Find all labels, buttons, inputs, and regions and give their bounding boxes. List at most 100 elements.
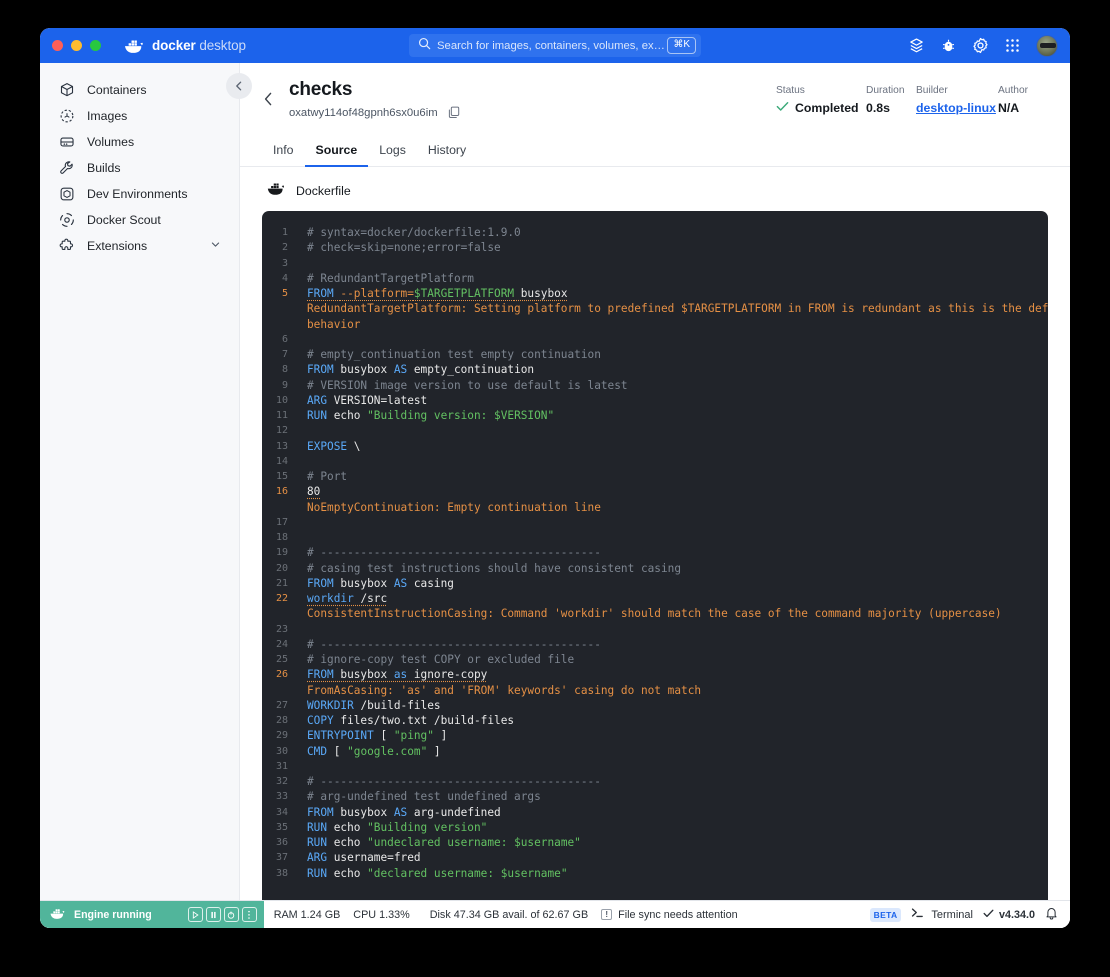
code-token: "Building version" <box>367 820 488 834</box>
dockerfile-code: 1 # syntax=docker/dockerfile:1.9.0 2 # chec… <box>262 211 1048 881</box>
sidebar-item-docker-scout[interactable]: Docker Scout <box>50 207 229 233</box>
code-line: 9 # VERSION image version to use default … <box>262 378 1048 393</box>
duration-value: 0.8s <box>866 101 890 115</box>
engine-pause-button[interactable] <box>205 907 221 922</box>
close-window-button[interactable] <box>52 40 63 51</box>
code-token: FROM <box>307 287 334 300</box>
source-code-viewer[interactable]: 1 # syntax=docker/dockerfile:1.9.0 2 # chec… <box>262 211 1048 928</box>
line-number: 7 <box>281 349 288 360</box>
code-line: 16 80 <box>262 484 1048 499</box>
sidebar-item-dev-environments[interactable]: Dev Environments <box>50 181 229 207</box>
notifications-bell-icon[interactable] <box>1045 906 1058 923</box>
meta-status: Status Completed <box>776 85 866 115</box>
line-number: 24 <box>275 638 288 650</box>
maximize-window-button[interactable] <box>90 40 101 51</box>
code-line: 2 # check=skip=none;error=false <box>262 240 1048 255</box>
engine-start-button[interactable] <box>187 907 203 922</box>
code-line-content: # casing test instructions should have c… <box>298 561 1048 576</box>
line-number: 36 <box>275 837 288 848</box>
tab-info[interactable]: Info <box>262 137 305 167</box>
code-token: # --------------------------------------… <box>307 637 601 651</box>
file-sync-status[interactable]: File sync needs attention <box>618 909 737 921</box>
version-indicator[interactable]: v4.34.0 <box>983 909 1035 921</box>
engine-controls <box>187 907 257 922</box>
code-token: ] <box>427 744 441 758</box>
line-number-blank <box>262 500 298 515</box>
code-line: 7 # empty_continuation test empty continu… <box>262 347 1048 362</box>
code-line-content: CMD [ "google.com" ] <box>298 744 1048 759</box>
sidebar-item-label: Images <box>87 109 128 123</box>
search-icon <box>418 37 431 55</box>
sidebar-item-extensions[interactable]: Extensions <box>50 233 229 259</box>
app-body: Containers Images Volumes Builds Dev Env… <box>40 63 1070 928</box>
meta-label: Author <box>998 85 1029 96</box>
copy-icon[interactable] <box>448 106 460 119</box>
tab-source[interactable]: Source <box>304 137 369 167</box>
line-number: 15 <box>275 471 288 482</box>
sidebar-item-containers[interactable]: Containers <box>50 77 229 103</box>
code-token: empty_continuation <box>407 363 535 377</box>
code-line-content: # Port <box>298 469 1048 484</box>
sidebar-item-images[interactable]: Images <box>50 103 229 129</box>
file-name: Dockerfile <box>296 184 351 198</box>
images-icon <box>58 108 75 125</box>
line-number: 10 <box>275 394 288 406</box>
sidebar-item-volumes[interactable]: Volumes <box>50 129 229 155</box>
file-row: Dockerfile <box>240 167 1070 211</box>
docker-desktop-window: docker desktop Search for images, contai… <box>40 28 1070 928</box>
builder-link[interactable]: desktop-linux <box>916 101 998 115</box>
search-input[interactable]: Search for images, containers, volumes, … <box>409 34 701 57</box>
code-token: FROM <box>307 805 334 819</box>
engine-more-menu-button[interactable] <box>241 907 257 922</box>
line-number: 20 <box>275 562 288 574</box>
avatar[interactable] <box>1036 34 1058 57</box>
ram-usage: RAM 1.24 GB <box>273 908 341 921</box>
volumes-icon <box>58 134 75 151</box>
code-token: ARG <box>307 851 328 865</box>
back-button[interactable] <box>262 91 275 112</box>
code-token: "ping" <box>393 729 434 743</box>
line-number: 13 <box>275 440 288 452</box>
code-line-content: # check=skip=none;error=false <box>298 240 1048 255</box>
engine-restart-button[interactable] <box>223 907 239 922</box>
lint-warning-text: RedundantTargetPlatform: Setting platfor… <box>307 302 1048 316</box>
extensions-icon[interactable] <box>908 37 925 54</box>
code-token: FROM <box>307 363 334 377</box>
code-line: 3 <box>262 256 1048 271</box>
minimize-window-button[interactable] <box>71 40 82 51</box>
code-token: username=fred <box>327 851 421 865</box>
code-token: AS <box>393 363 408 377</box>
sidebar-item-label: Builds <box>87 161 121 175</box>
lint-warning-text: FromAsCasing: 'as' and 'FROM' keywords' … <box>307 683 702 697</box>
author-value: N/A <box>998 101 1020 115</box>
code-token: # check=skip=none;error=false <box>307 241 501 255</box>
lint-warning-row: FromAsCasing: 'as' and 'FROM' keywords' … <box>262 683 1048 698</box>
code-token: # ignore-copy test COPY or excluded file <box>307 653 575 666</box>
line-number: 38 <box>275 867 288 879</box>
line-number: 30 <box>275 745 288 757</box>
window-controls[interactable] <box>40 40 101 51</box>
tab-history[interactable]: History <box>417 137 477 167</box>
line-number: 5 <box>281 288 288 299</box>
code-line: 8 FROM busybox AS empty_continuation <box>262 362 1048 377</box>
docker-scout-icon <box>58 212 75 229</box>
meta-author: Author N/A <box>998 85 1048 115</box>
line-number: 27 <box>275 699 288 711</box>
code-token: \ <box>347 439 361 453</box>
code-token: echo <box>327 409 368 422</box>
status-bar: Engine running RAM 1.24 GB CPU 1.33% Dis… <box>40 900 1070 928</box>
sidebar: Containers Images Volumes Builds Dev Env… <box>40 63 252 928</box>
meta-duration: Duration 0.8s <box>866 85 916 115</box>
bug-icon[interactable] <box>941 38 956 54</box>
settings-gear-icon[interactable] <box>972 37 989 54</box>
code-line-content: # syntax=docker/dockerfile:1.9.0 <box>298 225 1048 240</box>
chevron-down-icon[interactable] <box>210 239 221 253</box>
apps-grid-icon[interactable] <box>1005 38 1020 53</box>
tab-logs[interactable]: Logs <box>368 137 417 167</box>
code-token: FROM <box>307 576 334 590</box>
line-number-blank <box>262 317 298 332</box>
terminal-button[interactable]: Terminal <box>911 907 973 922</box>
collapse-sidebar-button[interactable] <box>226 73 252 99</box>
sidebar-item-builds[interactable]: Builds <box>50 155 229 181</box>
code-token: # RedundantTargetPlatform <box>307 271 474 285</box>
